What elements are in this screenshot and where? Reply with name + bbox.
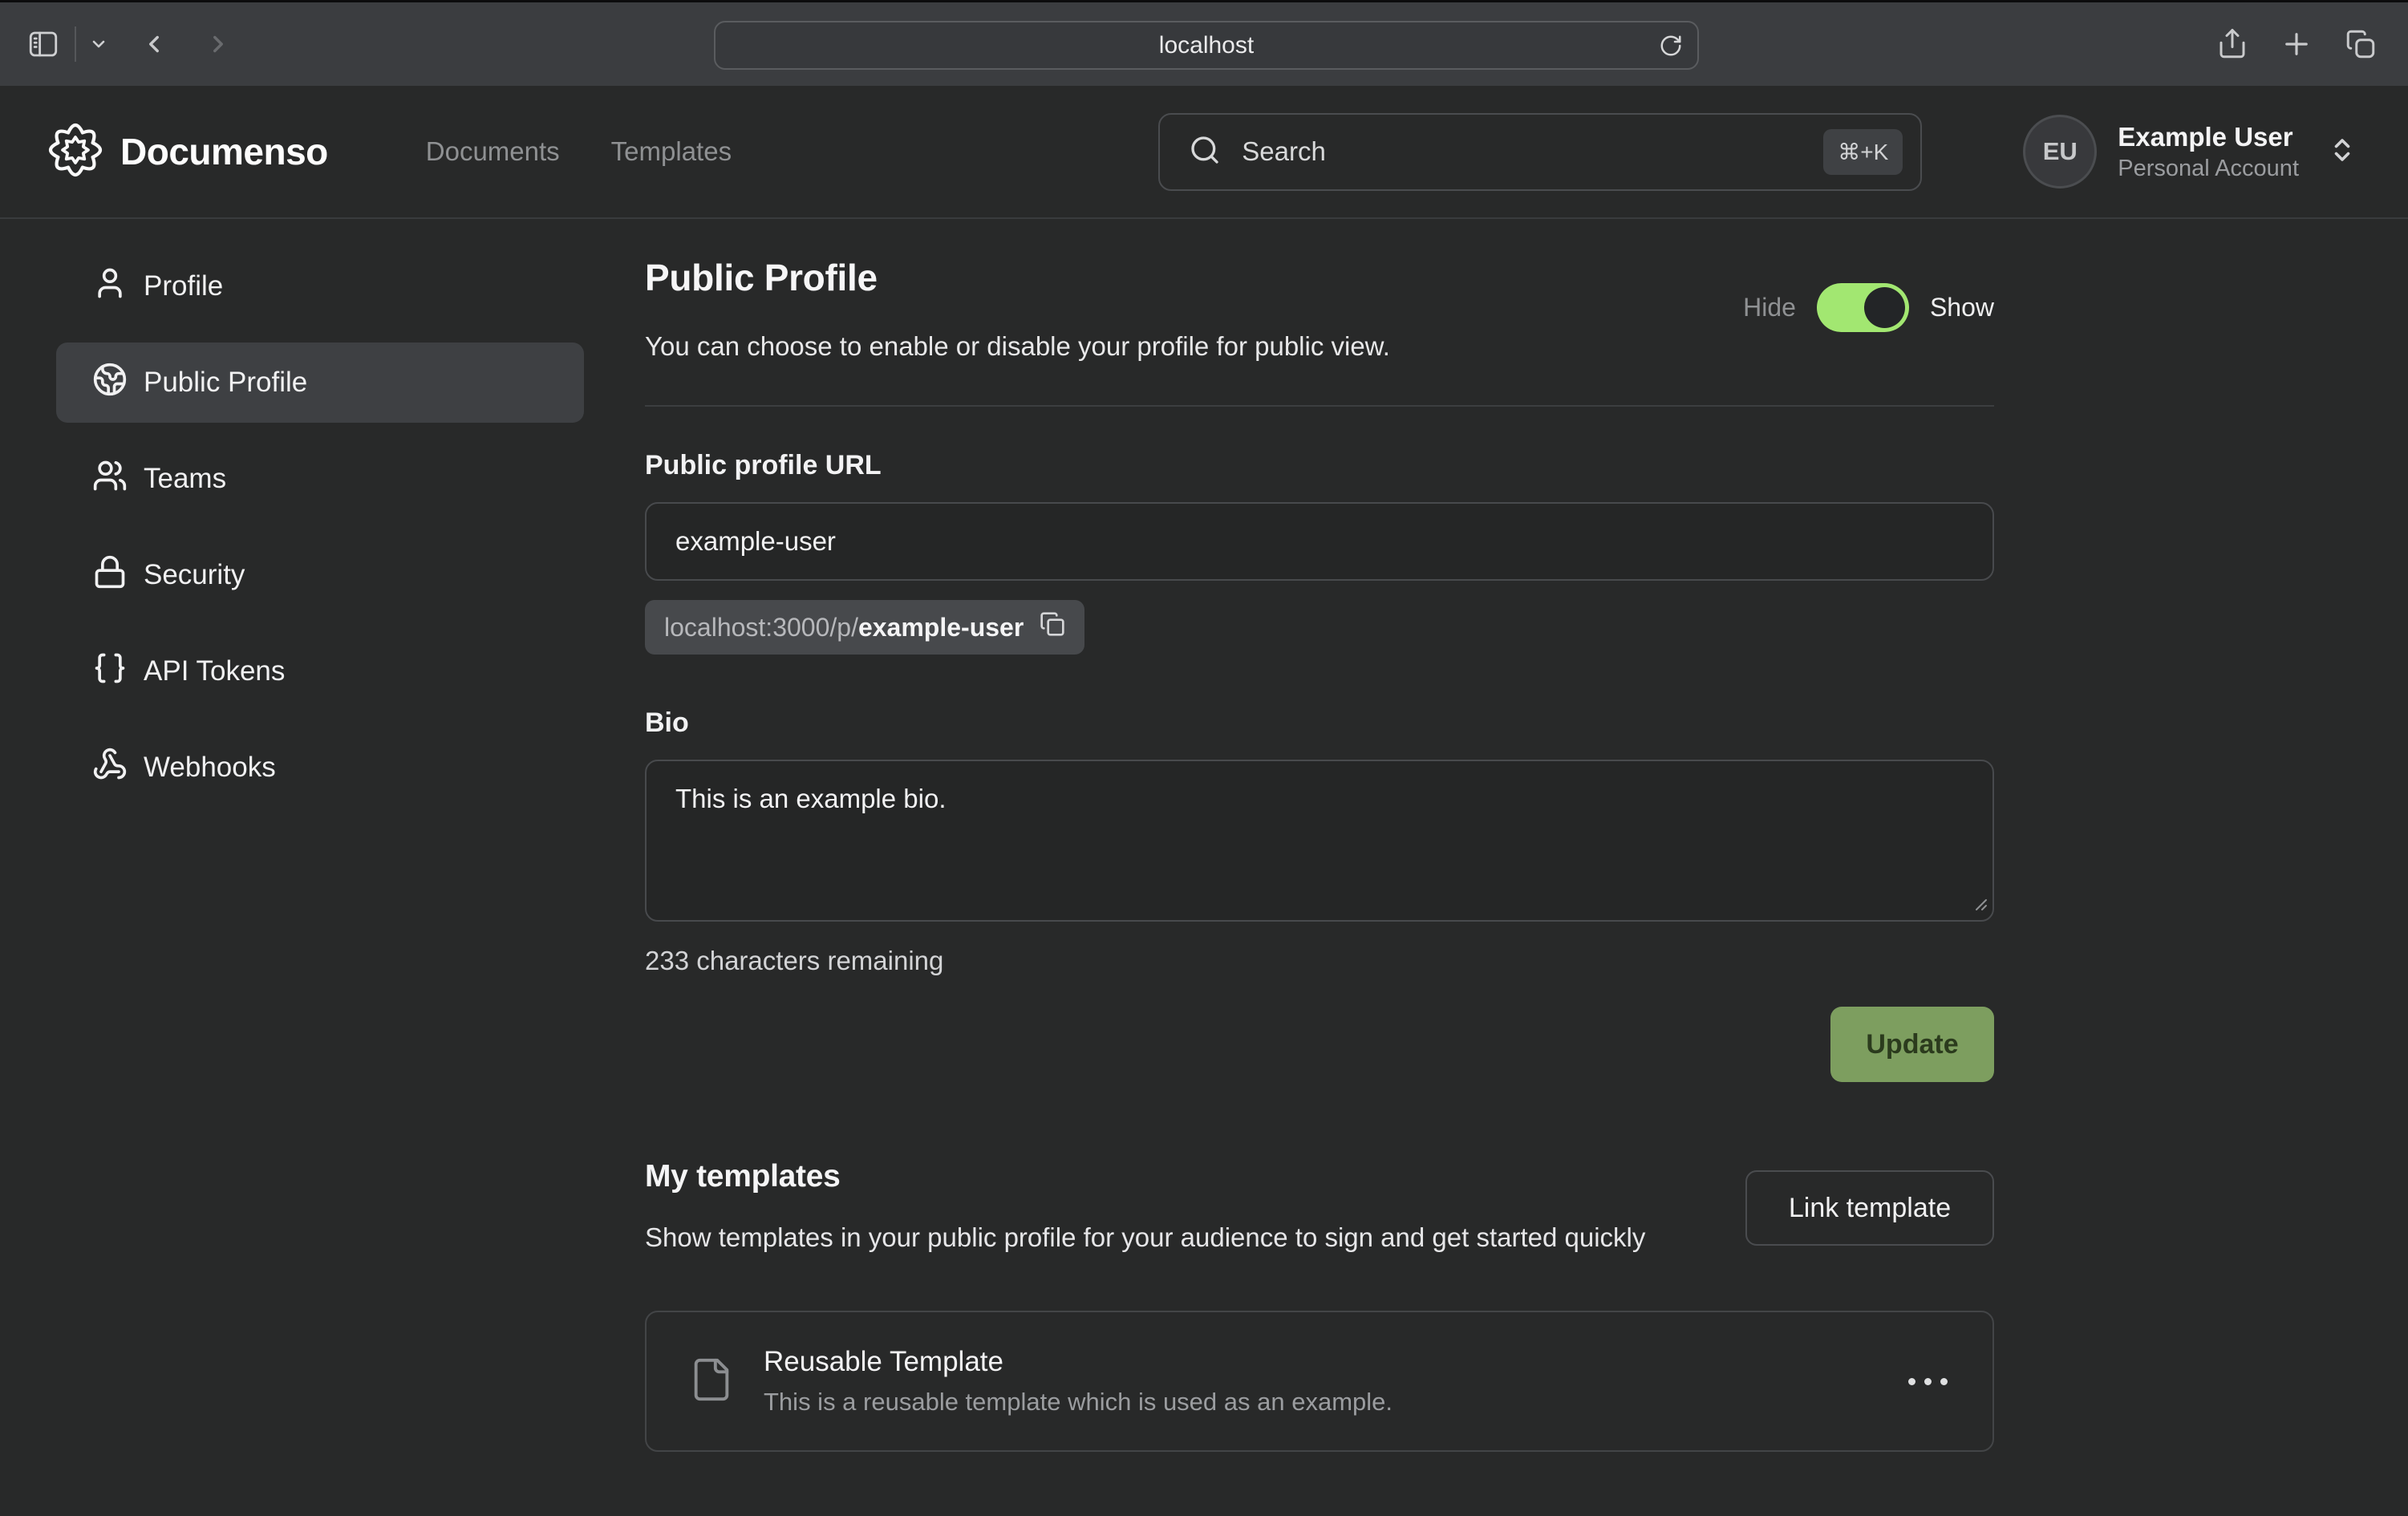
sidebar-item-label: Security [144, 559, 245, 591]
copy-icon[interactable] [1040, 611, 1065, 643]
sidebar-toggle-icon[interactable] [26, 27, 60, 61]
user-menu[interactable]: EU Example User Personal Account [2023, 115, 2357, 188]
browser-window: localhost Documen [0, 0, 2408, 1516]
page-subtitle: You can choose to enable or disable your… [645, 331, 1390, 362]
app-header: Documenso Documents Templates Search ⌘+K… [0, 86, 2408, 219]
characters-remaining: 233 characters remaining [645, 946, 1994, 976]
template-title: Reusable Template [764, 1346, 1393, 1378]
search-shortcut-badge: ⌘+K [1823, 129, 1903, 175]
template-card: Reusable Template This is a reusable tem… [645, 1311, 1994, 1452]
my-templates-description: Show templates in your public profile fo… [645, 1217, 1736, 1258]
brand-name: Documenso [120, 130, 328, 173]
chevron-down-icon[interactable] [89, 34, 108, 54]
visibility-toggle-row: Hide Show [1743, 283, 1994, 332]
sidebar-item-label: API Tokens [144, 655, 285, 687]
nav-documents[interactable]: Documents [426, 136, 560, 167]
my-templates-title: My templates [645, 1159, 1736, 1194]
divider [645, 405, 1994, 407]
sidebar-item-teams[interactable]: Teams [56, 439, 584, 519]
visibility-toggle[interactable] [1817, 283, 1909, 332]
sidebar-item-label: Webhooks [144, 752, 276, 784]
search-icon [1189, 134, 1221, 170]
show-label: Show [1930, 293, 1994, 322]
profile-url-preview: localhost:3000/p/example-user [664, 613, 1024, 642]
page-body: Profile Public Profile Teams Security [0, 219, 2408, 1516]
profile-url-label: Public profile URL [645, 450, 1994, 481]
top-nav: Documents Templates [426, 136, 732, 167]
globe-icon [92, 362, 128, 404]
user-name: Example User [2118, 120, 2299, 153]
address-bar-url: localhost [1159, 32, 1254, 59]
sidebar-item-profile[interactable]: Profile [56, 246, 584, 326]
new-tab-icon[interactable] [2280, 27, 2313, 61]
address-bar[interactable]: localhost [714, 21, 1699, 70]
ellipsis-icon [1924, 1378, 1932, 1385]
page-title: Public Profile [645, 256, 1390, 299]
forward-button-icon[interactable] [205, 30, 232, 58]
url-slug: example-user [858, 613, 1024, 642]
toggle-knob [1864, 287, 1905, 328]
sidebar-item-webhooks[interactable]: Webhooks [56, 728, 584, 808]
browser-chrome: localhost [0, 0, 2408, 86]
bio-label: Bio [645, 707, 1994, 739]
share-icon[interactable] [2215, 27, 2249, 61]
lock-icon [92, 554, 128, 597]
braces-icon [92, 651, 128, 693]
user-icon [92, 266, 128, 308]
browser-nav-controls [26, 2, 232, 86]
tab-overview-icon[interactable] [2344, 27, 2378, 61]
sidebar-item-label: Teams [144, 463, 226, 495]
nav-templates[interactable]: Templates [611, 136, 732, 167]
brand-logo[interactable]: Documenso [48, 123, 328, 181]
documenso-logo-icon [48, 123, 103, 181]
template-actions-menu[interactable] [1897, 1367, 1959, 1396]
url-prefix: localhost:3000/p/ [664, 613, 858, 642]
users-icon [92, 458, 128, 501]
sidebar-item-label: Profile [144, 270, 223, 302]
file-icon [688, 1356, 735, 1407]
search-placeholder: Search [1242, 136, 1326, 167]
profile-url-input[interactable] [645, 502, 1994, 581]
browser-toolbar-right [2215, 2, 2378, 86]
divider [75, 26, 76, 62]
main-content: Public Profile You can choose to enable … [597, 219, 2408, 1516]
avatar: EU [2023, 115, 2097, 188]
back-button-icon[interactable] [140, 30, 168, 58]
bio-textarea[interactable]: This is an example bio. [645, 760, 1994, 922]
reload-icon[interactable] [1659, 34, 1683, 58]
hide-label: Hide [1743, 293, 1796, 322]
profile-url-copy-chip[interactable]: localhost:3000/p/example-user [645, 600, 1084, 655]
sidebar-item-public-profile[interactable]: Public Profile [56, 343, 584, 423]
user-account-type: Personal Account [2118, 154, 2299, 183]
chevrons-up-down-icon [2328, 136, 2357, 168]
webhook-icon [92, 747, 128, 789]
link-template-button[interactable]: Link template [1745, 1170, 1994, 1246]
ellipsis-icon [1908, 1378, 1915, 1385]
ellipsis-icon [1940, 1378, 1948, 1385]
update-button[interactable]: Update [1830, 1007, 1994, 1082]
sidebar-item-security[interactable]: Security [56, 535, 584, 615]
sidebar-item-api-tokens[interactable]: API Tokens [56, 631, 584, 711]
settings-sidebar: Profile Public Profile Teams Security [0, 219, 597, 1516]
sidebar-item-label: Public Profile [144, 367, 307, 399]
template-description: This is a reusable template which is use… [764, 1388, 1393, 1417]
resize-handle-icon[interactable] [1970, 894, 1988, 915]
search-bar[interactable]: Search ⌘+K [1158, 113, 1922, 191]
